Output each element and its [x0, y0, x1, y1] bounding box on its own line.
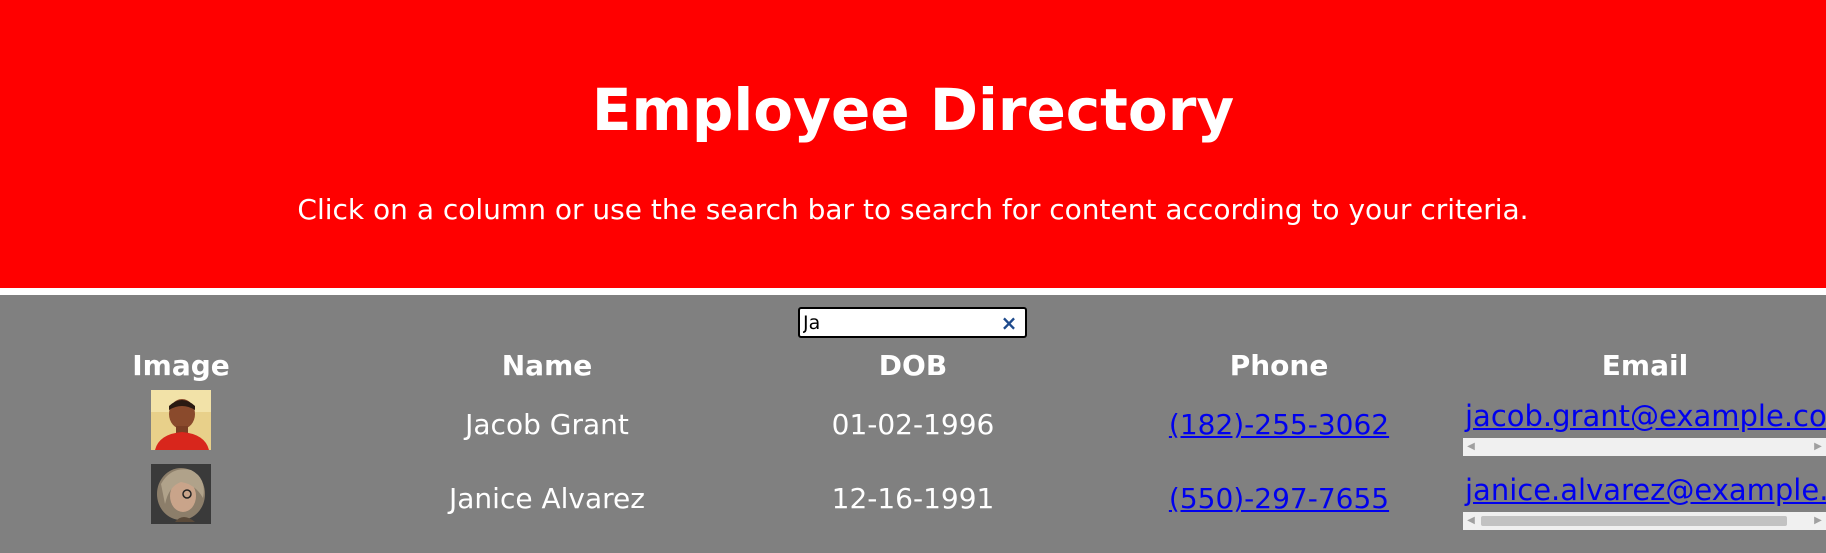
close-icon[interactable]: ×: [999, 312, 1019, 334]
column-header-dob[interactable]: DOB: [763, 346, 1063, 386]
search-input[interactable]: [803, 311, 993, 335]
email-cell: janice.alvarez@example.com ◀ ▶: [1463, 470, 1826, 530]
page-title: Employee Directory: [591, 76, 1235, 144]
column-header-email[interactable]: Email: [1495, 346, 1795, 386]
cell-dob: 01-02-1996: [831, 408, 995, 441]
phone-link[interactable]: (182)-255-3062: [1119, 405, 1439, 445]
scroll-right-icon[interactable]: ▶: [1810, 438, 1826, 456]
page-subtitle: Click on a column or use the search bar …: [297, 193, 1529, 226]
email-cell: jacob.grant@example.com ◀ ▶: [1463, 396, 1826, 456]
avatar-jacob-grant: [151, 390, 211, 450]
phone-link[interactable]: (550)-297-7655: [1119, 479, 1439, 519]
scroll-right-icon[interactable]: ▶: [1810, 512, 1826, 530]
cell-name: Janice Alvarez: [449, 482, 645, 515]
email-link[interactable]: jacob.grant@example.com: [1465, 396, 1826, 436]
cell-name: Jacob Grant: [465, 408, 629, 441]
avatar-janice-alvarez: [151, 464, 211, 524]
scroll-left-icon[interactable]: ◀: [1463, 512, 1479, 530]
avatar-photo-icon: [151, 464, 211, 524]
column-header-phone[interactable]: Phone: [1129, 346, 1429, 386]
scroll-left-icon[interactable]: ◀: [1463, 438, 1479, 456]
cell-dob: 12-16-1991: [831, 482, 995, 515]
column-header-name[interactable]: Name: [397, 346, 697, 386]
header-divider: [0, 288, 1826, 295]
page-header: Employee Directory Click on a column or …: [0, 0, 1826, 288]
avatar-photo-icon: [151, 390, 211, 450]
scroll-thumb[interactable]: [1481, 516, 1787, 526]
email-link[interactable]: janice.alvarez@example.com: [1465, 470, 1826, 510]
column-header-image[interactable]: Image: [31, 346, 331, 386]
email-scrollbar[interactable]: ◀ ▶: [1463, 438, 1826, 456]
search-bar[interactable]: ×: [798, 307, 1027, 338]
email-scrollbar[interactable]: ◀ ▶: [1463, 512, 1826, 530]
